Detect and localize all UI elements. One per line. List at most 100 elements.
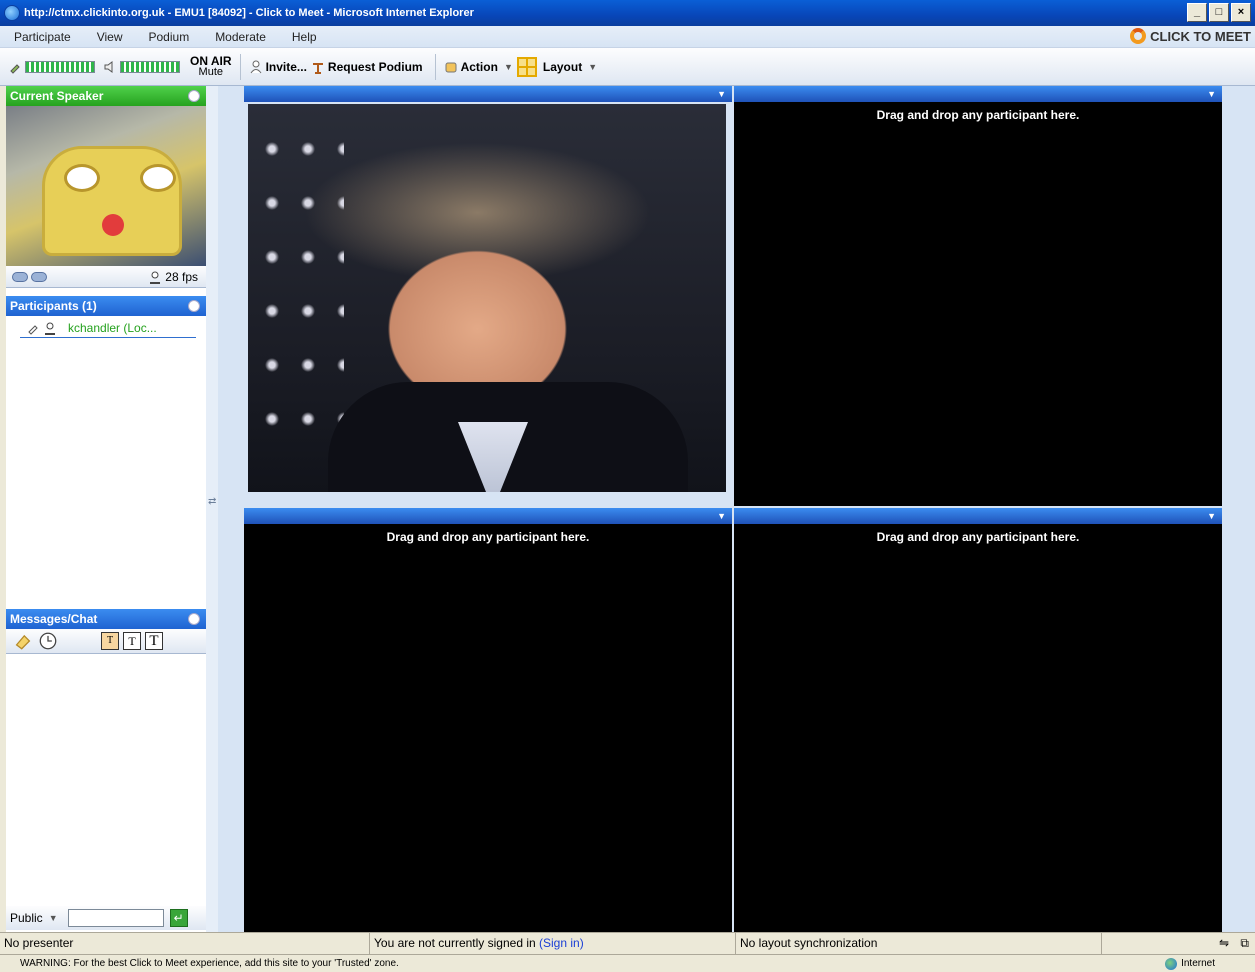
panel-collapse-icon[interactable] (188, 613, 200, 625)
fps-readout: 28 fps (148, 270, 198, 284)
popout-icon[interactable]: ⧉ (1240, 936, 1249, 950)
video-cell-3[interactable]: ▼ Drag and drop any participant here. (244, 508, 732, 932)
window-title: http://ctmx.clickinto.org.uk - EMU1 [840… (24, 7, 474, 19)
minimize-button[interactable]: _ (1187, 3, 1207, 22)
app-status-bar: No presenter You are not currently signe… (0, 932, 1255, 955)
stop-icon[interactable] (31, 271, 47, 282)
menu-podium[interactable]: Podium (135, 30, 202, 44)
signin-link[interactable]: (Sign in) (539, 936, 584, 950)
brand-name: CLICK TO MEET (1150, 28, 1251, 44)
video-cell-2[interactable]: ▼ Drag and drop any participant here. (734, 86, 1222, 506)
participant-row[interactable]: kchandler (Loc... (20, 318, 196, 338)
brand-logo: CLICK TO MEET (1130, 28, 1251, 44)
toolbar-divider (239, 53, 241, 80)
menu-moderate[interactable]: Moderate (201, 30, 278, 44)
panel-collapse-icon[interactable] (188, 90, 200, 102)
chat-scope-select[interactable]: Public (10, 911, 43, 925)
request-podium-button[interactable]: Request Podium (311, 60, 423, 74)
chevron-down-icon[interactable]: ▼ (717, 89, 726, 99)
speaker-icon (104, 60, 113, 73)
font-medium-button[interactable]: T (123, 632, 141, 650)
maximize-button[interactable]: □ (1209, 3, 1229, 22)
video-cell-header: ▼ (244, 508, 732, 524)
participants-list: kchandler (Loc... (6, 316, 206, 605)
chevron-down-icon[interactable]: ▼ (49, 913, 58, 923)
chat-input-bar: Public ▼ ↵ (6, 906, 206, 930)
speaker-video-controls: 28 fps (6, 266, 206, 288)
request-podium-label: Request Podium (327, 59, 423, 74)
chevron-down-icon: ▼ (588, 61, 598, 72)
microphone-icon (10, 63, 20, 74)
speaker-level-meter[interactable] (103, 60, 180, 74)
security-zone: Internet (1165, 957, 1215, 970)
presenter-status: No presenter (0, 933, 370, 955)
clock-icon[interactable] (39, 632, 57, 650)
window-controls: _ □ × (1187, 3, 1251, 22)
menu-help[interactable]: Help (278, 30, 329, 44)
menu-bar: Participate View Podium Moderate Help (0, 26, 1255, 48)
webcam-eye-right (140, 164, 176, 192)
layout-label: Layout (542, 59, 583, 74)
pause-icon[interactable] (12, 271, 28, 282)
menu-view[interactable]: View (83, 30, 135, 44)
chat-messages (6, 653, 206, 901)
chevron-down-icon[interactable]: ▼ (1207, 89, 1216, 99)
chat-input[interactable] (67, 909, 164, 927)
mic-level-meter[interactable] (8, 60, 95, 74)
video-cell-4[interactable]: ▼ Drag and drop any participant here. (734, 508, 1222, 932)
sidebar-splitter[interactable]: ⇄ (206, 86, 218, 932)
drop-message: Drag and drop any participant here. (876, 530, 1080, 544)
font-large-button[interactable]: T (145, 632, 163, 650)
splitter-grip-icon: ⇄ (208, 496, 217, 507)
drop-message: Drag and drop any participant here. (386, 530, 590, 544)
video-cell-header: ▼ (244, 86, 732, 102)
participants-title: Participants (1) (10, 299, 97, 313)
font-small-button[interactable]: T (101, 632, 119, 650)
action-icon (445, 62, 457, 72)
video-cell-header: ▼ (734, 508, 1222, 524)
mic-level-bar[interactable] (25, 60, 95, 73)
signin-status: You are not currently signed in (Sign in… (370, 933, 736, 955)
invite-label: Invite... (265, 59, 307, 74)
chevron-down-icon[interactable]: ▼ (1207, 511, 1216, 521)
eraser-icon[interactable] (14, 632, 32, 650)
action-menu-button[interactable]: Action ▼ (444, 60, 513, 74)
on-air-label: ON AIR (190, 53, 232, 68)
warning-text: WARNING: For the best Click to Meet expe… (20, 958, 399, 969)
participants-header: Participants (1) (6, 296, 206, 316)
chevron-down-icon[interactable]: ▼ (717, 511, 726, 521)
fps-unit: fps (181, 269, 198, 284)
toolbar-divider (434, 53, 436, 80)
microphone-icon (28, 324, 38, 335)
signin-text: You are not currently signed in (374, 936, 536, 950)
globe-icon (1165, 957, 1178, 970)
invite-button[interactable]: Invite... (249, 60, 307, 74)
zone-label: Internet (1181, 958, 1215, 969)
participant-name: kchandler (Loc... (68, 320, 157, 335)
network-icon[interactable]: ⇋ (1219, 936, 1229, 950)
layout-menu-button[interactable]: Layout ▼ (516, 56, 598, 77)
camera-person-icon (150, 271, 161, 284)
drop-message: Drag and drop any participant here. (876, 108, 1080, 122)
webcam-subject-image (42, 146, 182, 256)
video-cell-1[interactable]: ▼ (244, 86, 732, 506)
window-titlebar: http://ctmx.clickinto.org.uk - EMU1 [840… (0, 0, 1255, 26)
background-lights (254, 122, 344, 442)
current-speaker-video (6, 106, 206, 266)
webcam-eye-left (64, 164, 100, 192)
panel-collapse-icon[interactable] (188, 300, 200, 312)
speaker-level-bar[interactable] (120, 60, 180, 73)
video-cell-header: ▼ (734, 86, 1222, 102)
chat-toolbar: T T T (6, 629, 206, 653)
status-icons: ⇋ ⧉ (1102, 933, 1255, 955)
on-air-toggle[interactable]: ON AIR Mute (190, 53, 232, 78)
menu-participate[interactable]: Participate (0, 30, 83, 44)
chat-header: Messages/Chat (6, 609, 206, 629)
close-button[interactable]: × (1231, 3, 1251, 22)
person-icon (250, 60, 261, 73)
layout-sync-status: No layout synchronization (736, 933, 1102, 955)
page-icon (4, 958, 16, 970)
participant-video-image (248, 104, 726, 492)
click-to-meet-logo-icon (1130, 28, 1147, 44)
send-button[interactable]: ↵ (169, 909, 188, 927)
